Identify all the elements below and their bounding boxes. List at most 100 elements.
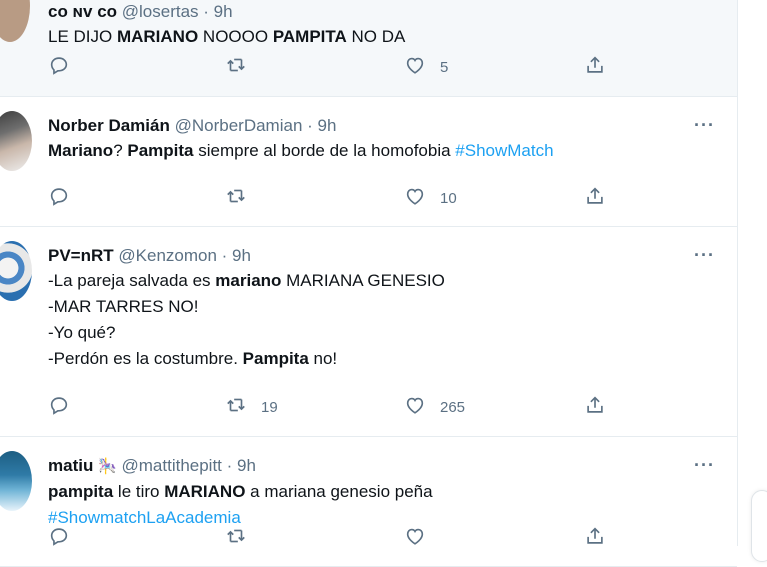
author-handle[interactable]: @losertas <box>122 2 199 21</box>
retweet-button[interactable] <box>225 525 261 551</box>
highlighted-keyword: pampita <box>48 482 114 501</box>
author-name[interactable]: matiu <box>48 456 93 475</box>
tweet[interactable]: ᴄᴏ ɴᴠ ᴄᴏ @losertas · 9h LE DIJO MARIANO N… <box>0 0 737 97</box>
like-button[interactable]: 265 <box>404 394 465 420</box>
tweet-time[interactable]: 9h <box>214 2 233 21</box>
text-segment: -Yo qué? <box>48 323 116 342</box>
retweet-icon[interactable] <box>225 185 247 211</box>
tweet-content: Norber Damián @NorberDamian · 9h Mariano?… <box>48 114 707 164</box>
highlighted-keyword: MARIANO <box>116 27 199 46</box>
share-icon[interactable] <box>584 394 606 420</box>
author-handle[interactable]: @mattithepitt <box>122 456 222 475</box>
tweet-actions: 19 265 <box>48 394 628 420</box>
tweet-header: matiu 🎠 @mattithepitt · 9h <box>48 454 707 479</box>
tweet-text-line: -La pareja salvada es mariano MARIANA GE… <box>48 268 707 294</box>
avatar[interactable] <box>0 111 32 171</box>
tweet-actions: 10 <box>48 185 628 211</box>
share-icon[interactable] <box>584 185 606 211</box>
tweet[interactable]: ··· Norber Damián @NorberDamian · 9h Maria… <box>0 97 737 227</box>
hashtag-link[interactable]: #ShowMatch <box>455 141 553 160</box>
highlighted-keyword: Pampita <box>127 141 194 160</box>
author-name[interactable]: ᴄᴏ ɴᴠ ᴄᴏ <box>48 2 117 21</box>
reply-button[interactable] <box>48 525 84 551</box>
tweet-text: -La pareja salvada es mariano MARIANA GE… <box>48 268 707 372</box>
share-button[interactable] <box>584 185 606 211</box>
reply-button[interactable] <box>48 54 84 80</box>
like-button[interactable]: 5 <box>404 54 448 80</box>
reply-icon[interactable] <box>48 54 70 80</box>
tweet-time[interactable]: 9h <box>318 116 337 135</box>
tweet-content: PV=nRT @Kenzomon · 9h -La pareja salvada … <box>48 244 707 372</box>
reply-button[interactable] <box>48 185 84 211</box>
tweet-actions <box>48 525 628 551</box>
author-name[interactable]: PV=nRT <box>48 246 114 265</box>
tweet-content: matiu 🎠 @mattithepitt · 9h pampita le tir… <box>48 454 707 531</box>
reply-icon[interactable] <box>48 185 70 211</box>
text-segment: le tiro <box>113 482 165 501</box>
tweet-feed: ᴄᴏ ɴᴠ ᴄᴏ @losertas · 9h LE DIJO MARIANO N… <box>0 0 738 567</box>
like-count: 5 <box>440 58 449 76</box>
tweet-text-line: -Perdón es la costumbre. Pampita no! <box>48 346 707 372</box>
tweet[interactable]: ··· matiu 🎠 @mattithepitt · 9h pampita le … <box>0 437 737 567</box>
tweet-header: PV=nRT @Kenzomon · 9h <box>48 244 707 268</box>
tweet-text-line: Mariano? Pampita siempre al borde de la … <box>48 138 707 164</box>
reply-icon[interactable] <box>48 525 70 551</box>
text-segment: a mariana genesio peña <box>245 482 433 501</box>
author-handle[interactable]: @Kenzomon <box>118 246 217 265</box>
avatar[interactable] <box>0 451 32 511</box>
avatar[interactable] <box>0 241 32 301</box>
share-button[interactable] <box>584 394 606 420</box>
heart-icon[interactable] <box>404 394 426 420</box>
heart-icon[interactable] <box>404 185 426 211</box>
share-icon[interactable] <box>584 525 606 551</box>
reply-icon[interactable] <box>48 394 70 420</box>
tweet-content: ᴄᴏ ɴᴠ ᴄᴏ @losertas · 9h LE DIJO MARIANO N… <box>48 0 707 50</box>
text-segment: NOOOO <box>198 27 273 46</box>
author-handle[interactable]: @NorberDamian <box>175 116 303 135</box>
avatar[interactable] <box>0 0 30 42</box>
carousel-emoji: 🎠 <box>98 458 117 475</box>
separator-dot: · <box>221 456 238 475</box>
heart-icon[interactable] <box>404 525 426 551</box>
highlighted-keyword: Pampita <box>242 349 309 368</box>
like-count: 10 <box>440 189 457 207</box>
tweet[interactable]: ··· PV=nRT @Kenzomon · 9h -La pareja salva… <box>0 227 737 437</box>
tweet-time[interactable]: 9h <box>237 456 256 475</box>
retweet-button[interactable] <box>225 54 261 80</box>
like-button[interactable] <box>404 525 440 551</box>
tweet-time[interactable]: 9h <box>232 246 251 265</box>
like-button[interactable]: 10 <box>404 185 457 211</box>
share-button[interactable] <box>584 525 606 551</box>
heart-icon[interactable] <box>404 54 426 80</box>
tweet-text-line: LE DIJO MARIANO NOOOO PAMPITA NO DA <box>48 24 707 50</box>
text-segment: ? <box>113 141 128 160</box>
highlighted-keyword: mariano <box>215 271 282 290</box>
tweet-header: ᴄᴏ ɴᴠ ᴄᴏ @losertas · 9h <box>48 0 707 24</box>
share-button[interactable] <box>584 54 606 80</box>
retweet-icon[interactable] <box>225 525 247 551</box>
tweet-header: Norber Damián @NorberDamian · 9h <box>48 114 707 138</box>
text-segment: NO DA <box>346 27 406 46</box>
reply-button[interactable] <box>48 394 84 420</box>
text-segment: MARIANA GENESIO <box>281 271 445 290</box>
like-count: 265 <box>440 398 466 416</box>
tweet-actions: 5 <box>48 54 628 80</box>
author-name[interactable]: Norber Damián <box>48 116 170 135</box>
retweet-icon[interactable] <box>225 394 247 420</box>
separator-dot: · <box>216 246 233 265</box>
highlighted-keyword: PAMPITA <box>272 27 347 46</box>
retweet-button[interactable] <box>225 185 261 211</box>
tweet-text: LE DIJO MARIANO NOOOO PAMPITA NO DA <box>48 24 707 50</box>
separator-dot: · <box>198 2 214 21</box>
floating-panel-edge[interactable] <box>751 490 767 562</box>
text-segment: LE DIJO <box>48 27 117 46</box>
tweet-text-line: pampita le tiro MARIANO a mariana genesi… <box>48 479 707 505</box>
share-icon[interactable] <box>584 54 606 80</box>
text-segment: -MAR TARRES NO! <box>48 297 199 316</box>
retweet-icon[interactable] <box>225 54 247 80</box>
tweet-text: Mariano? Pampita siempre al borde de la … <box>48 138 707 164</box>
text-segment: -La pareja salvada es <box>48 271 216 290</box>
tweet-text-line: -Yo qué? <box>48 320 707 346</box>
retweet-button[interactable]: 19 <box>225 394 278 420</box>
highlighted-keyword: MARIANO <box>164 482 246 501</box>
